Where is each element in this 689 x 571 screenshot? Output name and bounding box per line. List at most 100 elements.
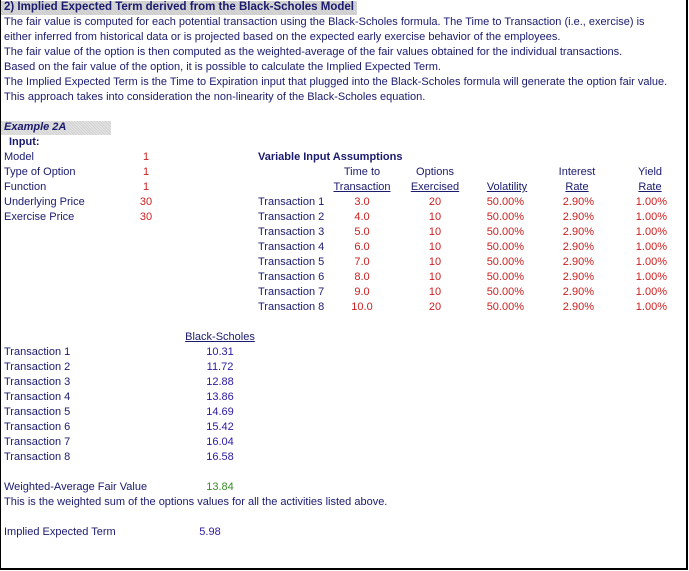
result-label: Transaction 4 (4, 391, 71, 403)
cell-vol[interactable]: 50.00% (477, 195, 524, 210)
cell-time[interactable]: 6.0 (322, 240, 402, 255)
cell-rate[interactable]: 2.90% (547, 240, 594, 255)
result-label: Transaction 1 (4, 346, 71, 358)
input-value[interactable]: 30 (126, 195, 166, 210)
cell-options[interactable]: 10 (400, 285, 470, 300)
cell-yield[interactable]: 1.00% (625, 225, 667, 240)
column-header-top: Yield (637, 166, 663, 178)
description-line: either inferred from historical data or … (4, 31, 561, 43)
column-header-top: Interest (558, 166, 596, 178)
transaction-label: Transaction 3 (258, 226, 325, 238)
cell-yield[interactable]: 1.00% (625, 210, 667, 225)
input-value[interactable]: 1 (126, 165, 166, 180)
cell-yield[interactable]: 1.00% (625, 270, 667, 285)
result-value: 16.58 (206, 451, 234, 463)
cell-time[interactable]: 7.0 (322, 255, 402, 270)
variable-inputs-heading: Variable Input Assumptions (258, 151, 403, 163)
result-value: 14.69 (206, 406, 234, 418)
result-value: 12.88 (206, 376, 234, 388)
cell-rate[interactable]: 2.90% (547, 195, 594, 210)
input-value[interactable]: 1 (126, 180, 166, 195)
result-label: Transaction 8 (4, 451, 71, 463)
cell-time[interactable]: 9.0 (322, 285, 402, 300)
example-label: Example 2A (4, 121, 67, 133)
column-header-bottom: Exercised (410, 181, 460, 193)
weighted-average-note: This is the weighted sum of the options … (4, 496, 388, 508)
input-value[interactable]: 30 (126, 210, 166, 225)
input-label-item: Exercise Price (4, 211, 75, 223)
cell-rate[interactable]: 2.90% (547, 300, 594, 315)
transaction-label: Transaction 8 (258, 301, 325, 313)
transaction-label: Transaction 5 (258, 256, 325, 268)
result-value: 10.31 (206, 346, 234, 358)
cell-options[interactable]: 10 (400, 240, 470, 255)
column-header-cell: Exercised (400, 180, 470, 195)
description-line: The fair value is computed for each pote… (4, 16, 645, 28)
cell-rate[interactable]: 2.90% (547, 255, 594, 270)
input-label-item: Model (4, 151, 34, 163)
description-line: Based on the fair value of the option, i… (4, 61, 441, 73)
cell-vol[interactable]: 50.00% (477, 210, 524, 225)
result-value: 11.72 (206, 361, 234, 373)
column-header-cell: Rate (547, 180, 607, 195)
cell-yield[interactable]: 1.00% (625, 285, 667, 300)
description-line: This approach takes into consideration t… (4, 91, 426, 103)
cell-time[interactable]: 5.0 (322, 225, 402, 240)
cell-options[interactable]: 20 (400, 195, 470, 210)
cell-rate[interactable]: 2.90% (547, 210, 594, 225)
input-label-item: Type of Option (4, 166, 76, 178)
cell-time[interactable]: 4.0 (322, 210, 402, 225)
transaction-label: Transaction 7 (258, 286, 325, 298)
input-label: Input: (9, 136, 40, 148)
result-label: Transaction 5 (4, 406, 71, 418)
column-header-bottom: Volatility (486, 181, 528, 193)
section-title: 2) Implied Expected Term derived from th… (4, 1, 354, 13)
description-line: The fair value of the option is then com… (4, 46, 623, 58)
column-header-cell: Volatility (477, 180, 537, 195)
result-label: Transaction 2 (4, 361, 71, 373)
transaction-label: Transaction 1 (258, 196, 325, 208)
transaction-label: Transaction 6 (258, 271, 325, 283)
column-header-cell: Rate (625, 180, 675, 195)
result-label: Transaction 3 (4, 376, 71, 388)
column-header-bottom: Transaction (333, 181, 391, 193)
column-header-top: Time to (343, 166, 381, 178)
cell-vol[interactable]: 50.00% (477, 270, 524, 285)
result-label: Transaction 6 (4, 421, 71, 433)
cell-options[interactable]: 10 (400, 255, 470, 270)
input-label-item: Underlying Price (4, 196, 85, 208)
transaction-label: Transaction 2 (258, 211, 325, 223)
column-header-bottom: Rate (565, 181, 589, 193)
black-scholes-header: Black-Scholes (185, 331, 255, 343)
input-label-item: Function (4, 181, 47, 193)
implied-term-value: 5.98 (199, 526, 221, 538)
weighted-average-value: 13.84 (206, 481, 234, 493)
cell-time[interactable]: 8.0 (322, 270, 402, 285)
cell-yield[interactable]: 1.00% (625, 300, 667, 315)
cell-yield[interactable]: 1.00% (625, 255, 667, 270)
cell-time[interactable]: 10.0 (322, 300, 402, 315)
cell-options[interactable]: 10 (400, 210, 470, 225)
cell-rate[interactable]: 2.90% (547, 225, 594, 240)
cell-rate[interactable]: 2.90% (547, 270, 594, 285)
cell-options[interactable]: 10 (400, 270, 470, 285)
column-header-bottom: Rate (638, 181, 662, 193)
cell-time[interactable]: 3.0 (322, 195, 402, 210)
cell-vol[interactable]: 50.00% (477, 225, 524, 240)
implied-term-label: Implied Expected Term (4, 526, 116, 538)
column-header-top: Options (416, 166, 454, 178)
cell-options[interactable]: 10 (400, 225, 470, 240)
cell-yield[interactable]: 1.00% (625, 240, 667, 255)
cell-vol[interactable]: 50.00% (477, 255, 524, 270)
cell-vol[interactable]: 50.00% (477, 285, 524, 300)
input-value[interactable]: 1 (126, 150, 166, 165)
cell-vol[interactable]: 50.00% (477, 240, 524, 255)
description-line: The Implied Expected Term is the Time to… (4, 76, 668, 88)
result-value: 13.86 (206, 391, 234, 403)
cell-vol[interactable]: 50.00% (477, 300, 524, 315)
column-header-cell: Transaction (322, 180, 402, 195)
transaction-label: Transaction 4 (258, 241, 325, 253)
cell-yield[interactable]: 1.00% (625, 195, 667, 210)
cell-rate[interactable]: 2.90% (547, 285, 594, 300)
cell-options[interactable]: 20 (400, 300, 470, 315)
